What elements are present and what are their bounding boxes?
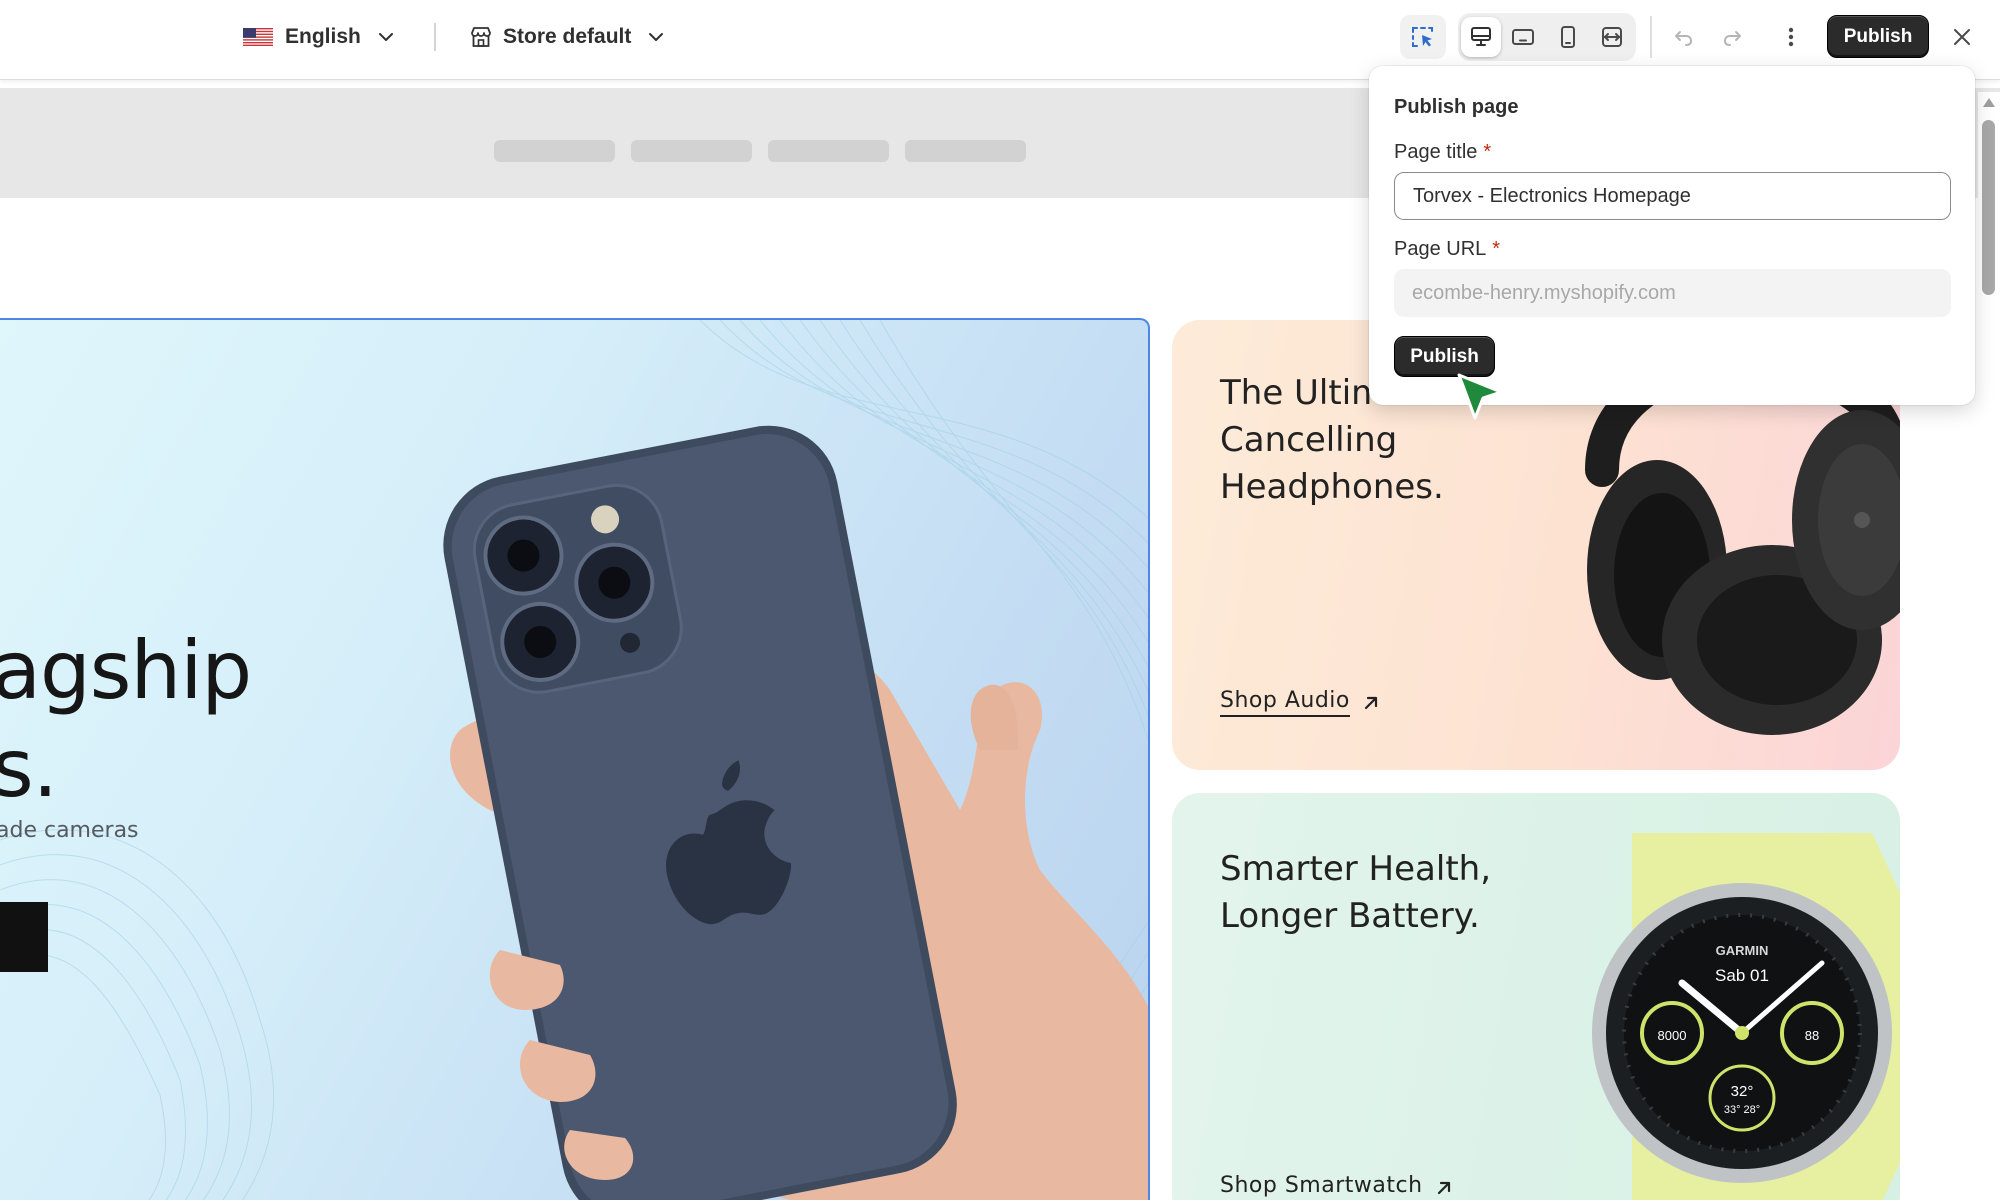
store-icon bbox=[471, 27, 491, 47]
more-options-button[interactable] bbox=[1771, 17, 1811, 57]
redo-button[interactable] bbox=[1712, 17, 1752, 57]
publish-page-popover: Publish page Page title* Page URL* Publi… bbox=[1369, 66, 1975, 405]
undo-button[interactable] bbox=[1664, 17, 1704, 57]
nav-placeholder bbox=[631, 140, 752, 162]
shop-audio-label: Shop Audio bbox=[1220, 688, 1350, 717]
mobile-icon bbox=[1561, 26, 1575, 48]
publish-button[interactable]: Publish bbox=[1827, 15, 1929, 58]
toolbar-divider bbox=[434, 23, 436, 51]
chevron-down-icon bbox=[649, 33, 664, 41]
language-selector[interactable]: English bbox=[243, 20, 395, 54]
page-url-label-text: Page URL bbox=[1394, 238, 1487, 260]
required-marker: * bbox=[1483, 141, 1492, 163]
chevron-down-icon bbox=[378, 33, 393, 41]
select-element-icon bbox=[1412, 27, 1433, 47]
us-flag-icon bbox=[243, 28, 273, 46]
page-title-label-text: Page title bbox=[1394, 141, 1478, 163]
language-label: English bbox=[285, 25, 361, 48]
undo-icon bbox=[1675, 31, 1692, 46]
page-url-input[interactable] bbox=[1394, 269, 1951, 317]
smartwatch-card-title: Smarter Health, Longer Battery. bbox=[1220, 849, 1492, 936]
close-icon bbox=[1954, 29, 1970, 45]
hero-cta-button[interactable] bbox=[0, 902, 48, 972]
watch-date: Sab 01 bbox=[1715, 966, 1769, 985]
select-element-button[interactable] bbox=[1400, 15, 1446, 59]
store-label: Store default bbox=[503, 25, 632, 48]
redo-icon bbox=[1724, 31, 1741, 46]
close-editor-button[interactable] bbox=[1942, 17, 1982, 57]
tablet-icon bbox=[1512, 29, 1534, 45]
watch-brand: GARMIN bbox=[1716, 943, 1769, 958]
watch-steps: 8000 bbox=[1658, 1028, 1687, 1043]
tablet-view-button[interactable] bbox=[1503, 17, 1543, 57]
arrow-up-right-icon bbox=[1437, 1181, 1450, 1194]
arrow-up-right-icon bbox=[1364, 696, 1377, 709]
mobile-view-button[interactable] bbox=[1548, 17, 1588, 57]
nav-placeholder bbox=[768, 140, 889, 162]
page-title-input[interactable] bbox=[1394, 172, 1951, 220]
shop-smartwatch-link[interactable]: Shop Smartwatch bbox=[1220, 1173, 1453, 1200]
nav-placeholder bbox=[905, 140, 1026, 162]
mouse-cursor-icon bbox=[1457, 373, 1503, 420]
popover-heading: Publish page bbox=[1394, 96, 1519, 118]
fluid-view-button[interactable] bbox=[1592, 17, 1632, 57]
more-vertical-icon bbox=[1788, 27, 1794, 47]
canvas-scrollbar[interactable] bbox=[1978, 92, 2000, 1200]
phone-in-hand-image bbox=[443, 425, 1148, 1200]
desktop-icon bbox=[1471, 27, 1491, 46]
smartwatch-image: GARMIN Sab 01 8000 88 32° 33° 28° bbox=[1592, 833, 1900, 1200]
hero-section[interactable]: agship s. ade cameras bbox=[0, 318, 1150, 1200]
page-title-label: Page title * bbox=[1394, 141, 1491, 164]
smartwatch-promo-card[interactable]: GARMIN Sab 01 8000 88 32° 33° 28° Smarte… bbox=[1172, 793, 1900, 1200]
toolbar-divider bbox=[1650, 16, 1652, 58]
fluid-width-icon bbox=[1602, 27, 1622, 47]
watch-temp: 32° bbox=[1731, 1083, 1754, 1100]
scroll-up-arrow-icon[interactable] bbox=[1983, 98, 1995, 107]
hero-title: agship s. bbox=[0, 624, 252, 815]
hero-subtitle: ade cameras bbox=[0, 818, 139, 843]
nav-placeholder bbox=[494, 140, 615, 162]
store-selector[interactable]: Store default bbox=[468, 20, 665, 54]
popover-publish-button[interactable]: Publish bbox=[1394, 336, 1495, 377]
shop-smartwatch-label: Shop Smartwatch bbox=[1220, 1173, 1423, 1200]
scrollbar-thumb[interactable] bbox=[1982, 120, 1995, 295]
required-marker: * bbox=[1492, 238, 1501, 260]
watch-battery: 88 bbox=[1805, 1028, 1819, 1043]
watch-range: 33° 28° bbox=[1724, 1104, 1760, 1116]
page-url-label: Page URL * bbox=[1394, 238, 1500, 261]
shop-audio-link[interactable]: Shop Audio bbox=[1220, 688, 1380, 717]
desktop-view-button[interactable] bbox=[1461, 17, 1501, 57]
